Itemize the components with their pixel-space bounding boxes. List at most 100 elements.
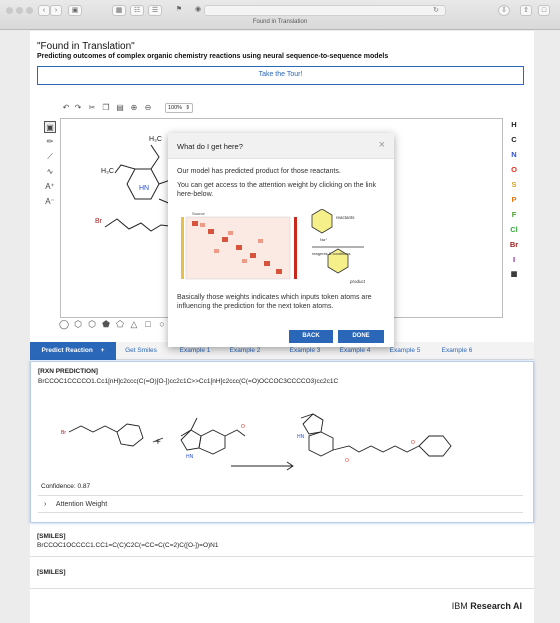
h3c-top-label: H₃C <box>149 136 162 143</box>
circle-icon[interactable]: ○ <box>157 319 167 329</box>
element-o[interactable]: O <box>507 165 521 174</box>
window-max-dot[interactable] <box>26 7 33 14</box>
reload-icon[interactable]: ↻ <box>433 6 439 14</box>
o-atom-2: O <box>345 458 349 464</box>
modal-title: What do I get here? <box>177 142 243 151</box>
heat-cell <box>228 231 233 235</box>
br-label: Br <box>95 218 103 225</box>
download-icon[interactable]: ⇩ <box>498 5 510 16</box>
zoom-in-icon[interactable]: ⊕ <box>129 103 139 113</box>
tab-example-6[interactable]: Example 6 <box>432 342 482 360</box>
attention-weight-label: Attention Weight <box>55 501 108 508</box>
tag-icon[interactable]: ⚑ <box>172 5 186 16</box>
heat-cell <box>222 237 228 242</box>
address-bar[interactable]: ↻ <box>204 5 446 16</box>
benzene-icon[interactable]: ⬡ <box>73 319 83 329</box>
share-icon[interactable]: ☷ <box>130 5 144 16</box>
ester-chain <box>332 445 420 453</box>
pyrrole-ring-1 <box>180 429 202 451</box>
o-atom-1: O <box>241 424 245 430</box>
indole-benzene-ring <box>126 168 160 200</box>
back-nav-icon[interactable]: ‹ <box>38 5 50 16</box>
smiles-label: [SMILES] <box>37 533 66 540</box>
list-icon[interactable]: ☰ <box>148 5 162 16</box>
heat-cell <box>192 221 198 226</box>
chevron-right-icon: › <box>44 501 47 508</box>
thp-ring-1 <box>116 423 144 447</box>
attention-figure: Source reactants Na⁺ reagents & conditio… <box>181 209 366 284</box>
window-close-dot[interactable] <box>6 7 13 14</box>
zoom-out-icon[interactable]: ⊖ <box>143 103 153 113</box>
heat-cell <box>264 261 270 266</box>
window-min-dot[interactable] <box>16 7 23 14</box>
element-cl[interactable]: Cl <box>507 225 521 234</box>
reaction-prediction-card: [RXN PREDICTION] BrCCOC1CCCCO1.Cc1[nH]c2… <box>30 361 534 523</box>
na-label: Na⁺ <box>320 237 327 242</box>
heat-cell <box>250 253 256 258</box>
sidebar-icon[interactable]: ▣ <box>68 5 82 16</box>
h3c-left-label: H₃C <box>101 168 114 175</box>
bond-icon[interactable]: ⟋ <box>44 151 56 163</box>
rxn-prediction-label: [RXN PREDICTION] <box>38 368 98 375</box>
reactant-molecule <box>311 209 333 234</box>
triangle-icon[interactable]: △ <box>129 319 139 329</box>
element-f[interactable]: F <box>507 210 521 219</box>
attention-weight-toggle[interactable]: › Attention Weight <box>38 495 523 513</box>
close-icon[interactable]: × <box>379 139 385 151</box>
heat-cell <box>200 223 205 227</box>
confidence-value: Confidence: 0.87 <box>41 483 91 490</box>
heat-scale-bar <box>294 217 297 279</box>
smiles-card: [SMILES] BrCCOC1OCCCC1.CC1=C(C)C2C(=CC=C… <box>30 526 534 557</box>
undo-icon[interactable]: ↶ <box>61 103 71 113</box>
reaction-scheme: + Br HN O HN O O <box>61 413 452 471</box>
share-out-icon[interactable]: ⇧ <box>520 5 532 16</box>
heat-cell <box>276 269 282 274</box>
new-tab-icon[interactable]: □ <box>538 5 550 16</box>
select-icon[interactable]: ▣ <box>44 121 56 133</box>
cyclohexane-icon[interactable]: ⬡ <box>87 319 97 329</box>
plus-sign: + <box>155 437 161 448</box>
chain-icon[interactable]: ∿ <box>44 166 56 178</box>
heat-cell <box>258 239 263 243</box>
element-n[interactable]: N <box>507 150 521 159</box>
pentagon-icon[interactable]: ⬠ <box>115 319 125 329</box>
tab-get-smiles[interactable]: Get Smiles <box>116 342 166 360</box>
element-br[interactable]: Br <box>507 240 521 249</box>
tour-modal: What do I get here? × Our model has pred… <box>168 133 394 347</box>
browser-tab-title[interactable]: Found in Translation <box>0 19 560 25</box>
heat-cell <box>214 249 219 253</box>
paste-icon[interactable]: ▤ <box>115 103 125 113</box>
cut-icon[interactable]: ✂ <box>87 103 97 113</box>
modal-header: What do I get here? × <box>168 133 394 159</box>
eraser-icon[interactable]: ✏ <box>44 136 56 148</box>
done-button[interactable]: DONE <box>338 330 384 343</box>
forward-nav-icon[interactable]: › <box>50 5 62 16</box>
zoom-select[interactable]: 100% ⇕ <box>165 103 193 113</box>
redo-icon[interactable]: ↷ <box>73 103 83 113</box>
smiles-card-2: [SMILES] <box>30 559 534 589</box>
element-h[interactable]: H <box>507 120 521 129</box>
element-c[interactable]: C <box>507 135 521 144</box>
back-button[interactable]: BACK <box>289 330 333 343</box>
heat-cell <box>208 229 214 234</box>
copy-icon[interactable]: ❐ <box>101 103 111 113</box>
square-icon[interactable]: □ <box>143 319 153 329</box>
methyl-bond-top <box>150 144 160 170</box>
take-tour-button[interactable]: Take the Tour! <box>37 66 524 85</box>
tab-predict-reaction[interactable]: Predict Reaction + <box>30 342 116 360</box>
element-s[interactable]: S <box>507 180 521 189</box>
element-p[interactable]: P <box>507 195 521 204</box>
periodic-table-icon[interactable]: ▦ <box>507 270 521 278</box>
benzo-ring-2 <box>308 431 334 457</box>
pocket-icon[interactable]: ◉ <box>192 5 204 16</box>
charge-plus-icon[interactable]: A⁺ <box>44 181 56 193</box>
modal-text-3: Basically those weights indicates which … <box>177 294 372 310</box>
nh-atom-2: HN <box>297 434 305 440</box>
grid-icon[interactable]: ▦ <box>112 5 126 16</box>
charge-minus-icon[interactable]: A⁻ <box>44 196 56 208</box>
cyclopentane-icon[interactable]: ⬟ <box>101 319 111 329</box>
element-i[interactable]: I <box>507 255 521 264</box>
rxn-smiles: BrCCOC1CCCCO1.Cc1[nH]c2ccc(C(=O)[O-])cc2… <box>38 378 339 385</box>
methyl-bond-left <box>114 164 136 174</box>
cyclopropane-icon[interactable]: ◯ <box>59 319 69 329</box>
